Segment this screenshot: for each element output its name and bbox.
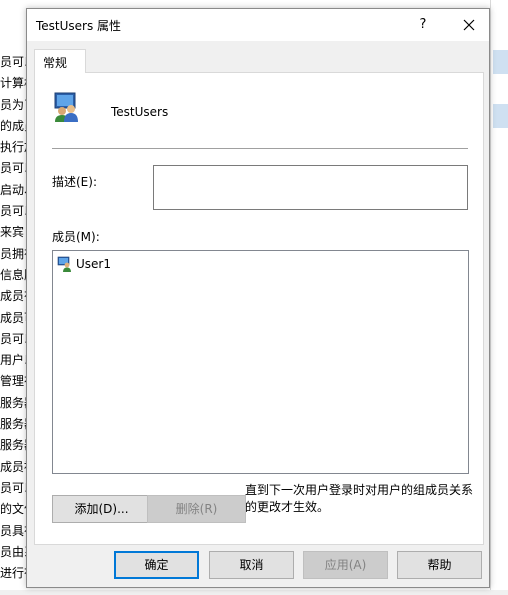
background-list-item: 员可以: [0, 204, 26, 219]
dialog-title: TestUsers 属性: [36, 19, 122, 33]
background-list-item: 员可以: [0, 480, 26, 495]
background-list-item: 成员有: [0, 289, 26, 304]
tab-general[interactable]: 常规: [34, 49, 86, 73]
help-button[interactable]: 帮助: [397, 551, 482, 579]
tab-general-label: 常规: [43, 56, 68, 70]
description-input[interactable]: [153, 165, 468, 210]
background-list-item: 的成员: [0, 118, 26, 133]
close-icon[interactable]: [457, 13, 481, 37]
background-list-item: 进行有: [0, 566, 26, 581]
title-bar: TestUsers 属性 ?: [27, 9, 489, 41]
members-label: 成员(M):: [52, 230, 100, 244]
background-scroll-area: [490, 0, 508, 595]
divider: [52, 148, 468, 149]
background-list-item: 计算机: [0, 76, 26, 91]
background-list-item: 信息服: [0, 267, 26, 282]
background-list-item: 来宾: [0, 225, 25, 240]
properties-dialog: TestUsers 属性 ? 常规 TestUsers 描述(E): 成员(M)…: [26, 8, 490, 588]
group-name: TestUsers: [111, 105, 169, 119]
background-list-item: 服务器: [0, 417, 26, 432]
remove-button[interactable]: 删除(R): [147, 495, 246, 523]
background-list-item: 管理在: [0, 374, 26, 389]
background-list-item: 员可以: [0, 55, 26, 69]
membership-note: 直到下一次用户登录时对用户的组成员关系的更改才生效。: [245, 483, 474, 514]
members-list[interactable]: User1: [52, 250, 469, 474]
background-list-item: 成员可: [0, 310, 26, 325]
background-highlight: [493, 50, 508, 74]
background-list-item: 员具有: [0, 523, 26, 538]
background-list-item: 服务器: [0, 438, 26, 453]
cancel-button[interactable]: 取消: [209, 551, 294, 579]
background-highlight: [493, 104, 508, 128]
background-list-item: 执行加: [0, 140, 26, 155]
user-icon: [57, 256, 73, 272]
apply-button[interactable]: 应用(A): [303, 551, 388, 579]
background-list-item: 员拥有: [0, 246, 26, 261]
add-button[interactable]: 添加(D)...: [52, 495, 151, 523]
background-bottom-bar: [0, 590, 508, 595]
user-group-icon: [50, 91, 82, 123]
background-list-item: 员可以: [0, 331, 26, 346]
ok-button[interactable]: 确定: [114, 551, 199, 579]
background-list: 员可以计算机员为了的成员执行加员可以启动、员可以来宾员拥有信息服成员有成员可员可…: [0, 52, 26, 584]
background-list-item: 员为了: [0, 97, 26, 112]
background-list-item: 员可以: [0, 161, 26, 176]
background-list-item: 用户以: [0, 353, 26, 368]
background-list-item: 成员被: [0, 459, 26, 474]
background-list-item: 启动、: [0, 182, 26, 197]
general-panel: TestUsers 描述(E): 成员(M): User1 添加(D)... 删…: [34, 72, 484, 545]
background-list-item: 员由系: [0, 544, 26, 559]
list-item[interactable]: User1: [57, 255, 111, 273]
description-label: 描述(E):: [52, 175, 97, 189]
help-icon[interactable]: ?: [411, 13, 435, 37]
background-list-item: 服务器: [0, 395, 26, 410]
background-list-item: 的文件: [0, 502, 26, 517]
member-name: User1: [76, 257, 111, 271]
